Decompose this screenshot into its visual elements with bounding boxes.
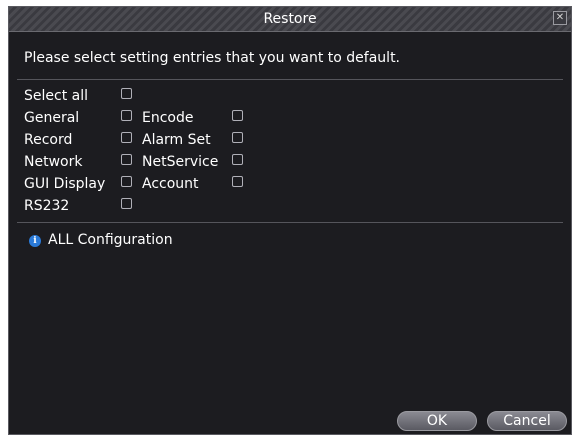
encode-checkbox[interactable] <box>232 110 243 121</box>
netservice-checkbox[interactable] <box>232 154 243 165</box>
rs232-checkbox[interactable] <box>121 198 132 209</box>
title-bar[interactable]: Restore ✕ <box>9 7 571 32</box>
divider-top <box>17 79 563 80</box>
general-checkbox[interactable] <box>121 110 132 121</box>
gui-display-checkbox[interactable] <box>121 176 132 187</box>
encode-label: Encode <box>142 110 194 126</box>
restore-dialog: Restore ✕ Please select setting entries … <box>8 6 572 435</box>
alarm-set-label: Alarm Set <box>142 132 211 148</box>
close-icon[interactable]: ✕ <box>553 11 567 25</box>
cancel-button[interactable]: Cancel <box>487 411 567 431</box>
network-label: Network <box>24 154 83 170</box>
record-checkbox[interactable] <box>121 132 132 143</box>
alarm-set-checkbox[interactable] <box>232 132 243 143</box>
account-label: Account <box>142 176 199 192</box>
netservice-label: NetService <box>142 154 219 170</box>
select-all-label: Select all <box>24 88 88 104</box>
gui-display-label: GUI Display <box>24 176 106 192</box>
select-all-checkbox[interactable] <box>121 88 132 99</box>
network-checkbox[interactable] <box>121 154 132 165</box>
dialog-title: Restore <box>263 11 317 27</box>
rs232-label: RS232 <box>24 198 70 214</box>
info-icon: i <box>29 235 41 247</box>
general-label: General <box>24 110 80 126</box>
divider-bottom <box>17 222 563 223</box>
instruction-text: Please select setting entries that you w… <box>24 50 401 66</box>
info-text: ALL Configuration <box>48 232 173 248</box>
ok-button[interactable]: OK <box>397 411 477 431</box>
record-label: Record <box>24 132 73 148</box>
account-checkbox[interactable] <box>232 176 243 187</box>
